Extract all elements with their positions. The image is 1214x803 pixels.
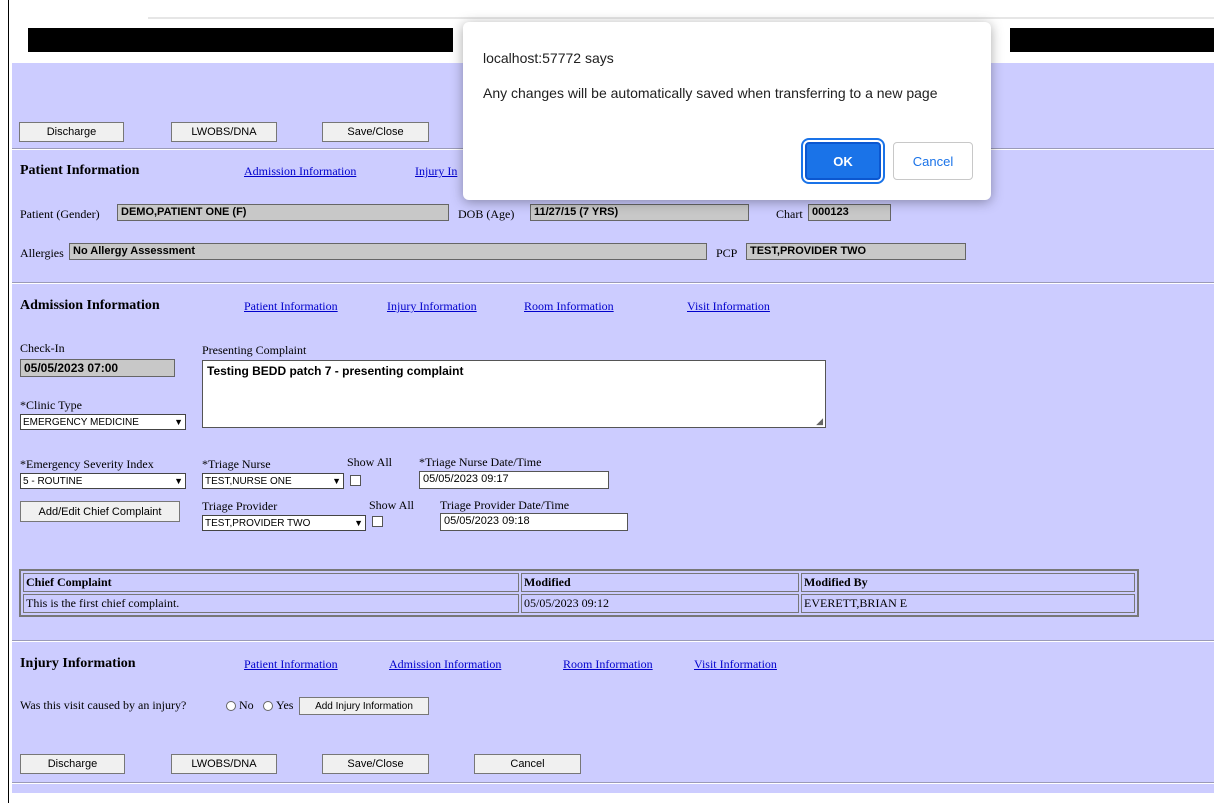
lwobs-dna-button[interactable]: LWOBS/DNA bbox=[171, 754, 277, 774]
esi-label: *Emergency Severity Index bbox=[20, 457, 154, 471]
triage-nurse-select[interactable]: TEST,NURSE ONE ▼ bbox=[202, 473, 344, 489]
patient-gender-label: Patient (Gender) bbox=[20, 207, 100, 221]
chevron-down-icon: ▼ bbox=[332, 476, 341, 486]
pcp-label: PCP bbox=[716, 246, 738, 260]
link-injury-information[interactable]: Injury Information bbox=[387, 299, 477, 314]
presenting-complaint-text: Testing BEDD patch 7 - presenting compla… bbox=[207, 364, 464, 378]
esi-value: 5 - ROUTINE bbox=[23, 475, 83, 487]
dialog-title: localhost:57772 says bbox=[483, 50, 614, 66]
show-all-label: Show All bbox=[369, 498, 415, 512]
triage-provider-label: Triage Provider bbox=[202, 499, 278, 513]
redacted-header-left bbox=[28, 28, 453, 52]
admission-info-heading: Admission Information bbox=[20, 298, 160, 313]
add-injury-information-button[interactable]: Add Injury Information bbox=[299, 697, 429, 715]
divider bbox=[12, 282, 1214, 284]
presenting-complaint-label: Presenting Complaint bbox=[202, 343, 307, 357]
alert-dialog: localhost:57772 says Any changes will be… bbox=[463, 22, 991, 200]
save-close-button[interactable]: Save/Close bbox=[322, 122, 429, 142]
link-admission-information[interactable]: Admission Information bbox=[389, 657, 501, 672]
resize-grip-icon[interactable]: ◢ bbox=[816, 416, 823, 427]
injury-yes-label: Yes bbox=[276, 698, 294, 712]
link-visit-information[interactable]: Visit Information bbox=[694, 657, 777, 672]
dob-label: DOB (Age) bbox=[458, 207, 515, 221]
chart-value: 000123 bbox=[808, 204, 891, 221]
show-all-provider-checkbox[interactable] bbox=[372, 516, 383, 527]
pcp-value: TEST,PROVIDER TWO bbox=[746, 243, 966, 260]
table-cell: This is the first chief complaint. bbox=[23, 594, 519, 613]
chart-label: Chart bbox=[776, 207, 803, 221]
dialog-ok-button[interactable]: OK bbox=[805, 142, 881, 180]
discharge-button[interactable]: Discharge bbox=[20, 754, 125, 774]
esi-select[interactable]: 5 - ROUTINE ▼ bbox=[20, 473, 186, 489]
triage-provider-select[interactable]: TEST,PROVIDER TWO ▼ bbox=[202, 515, 366, 531]
cancel-button[interactable]: Cancel bbox=[474, 754, 581, 774]
clinic-type-value: EMERGENCY MEDICINE bbox=[23, 416, 139, 428]
link-patient-information[interactable]: Patient Information bbox=[244, 657, 338, 672]
chief-complaint-table: Chief Complaint Modified Modified By Thi… bbox=[19, 569, 1139, 617]
triage-nurse-value: TEST,NURSE ONE bbox=[205, 475, 292, 487]
checkin-value: 05/05/2023 07:00 bbox=[20, 359, 175, 377]
lwobs-dna-button[interactable]: LWOBS/DNA bbox=[171, 122, 277, 142]
dialog-cancel-button[interactable]: Cancel bbox=[893, 142, 973, 180]
link-room-information[interactable]: Room Information bbox=[524, 299, 614, 314]
divider bbox=[12, 640, 1214, 642]
injury-no-label: No bbox=[239, 698, 254, 712]
table-cell: EVERETT,BRIAN E bbox=[801, 594, 1135, 613]
discharge-button[interactable]: Discharge bbox=[19, 122, 124, 142]
triage-provider-datetime-label: Triage Provider Date/Time bbox=[440, 498, 570, 512]
dialog-message: Any changes will be automatically saved … bbox=[483, 85, 938, 101]
injury-yes-radio[interactable] bbox=[263, 701, 273, 711]
triage-provider-datetime-input[interactable]: 05/05/2023 09:18 bbox=[440, 513, 628, 531]
add-edit-chief-complaint-button[interactable]: Add/Edit Chief Complaint bbox=[20, 501, 180, 522]
column-header: Modified bbox=[521, 573, 799, 592]
link-room-information[interactable]: Room Information bbox=[563, 657, 653, 672]
allergies-value: No Allergy Assessment bbox=[69, 243, 707, 260]
presenting-complaint-textarea[interactable]: Testing BEDD patch 7 - presenting compla… bbox=[202, 360, 826, 428]
clinic-type-label: *Clinic Type bbox=[20, 398, 82, 412]
triage-provider-value: TEST,PROVIDER TWO bbox=[205, 517, 311, 529]
table-cell: 05/05/2023 09:12 bbox=[521, 594, 799, 613]
injury-no-radio[interactable] bbox=[226, 701, 236, 711]
chevron-down-icon: ▼ bbox=[174, 417, 183, 427]
injury-question-label: Was this visit caused by an injury? bbox=[20, 698, 187, 712]
link-admission-information[interactable]: Admission Information bbox=[244, 164, 356, 179]
checkin-label: Check-In bbox=[20, 341, 65, 355]
table-header-row: Chief Complaint Modified Modified By bbox=[23, 573, 1135, 592]
chevron-down-icon: ▼ bbox=[354, 518, 363, 528]
show-all-nurse-checkbox[interactable] bbox=[350, 475, 361, 486]
link-patient-information[interactable]: Patient Information bbox=[244, 299, 338, 314]
column-header: Modified By bbox=[801, 573, 1135, 592]
divider bbox=[12, 782, 1214, 784]
chevron-down-icon: ▼ bbox=[174, 476, 183, 486]
triage-nurse-label: *Triage Nurse bbox=[202, 457, 271, 471]
save-close-button[interactable]: Save/Close bbox=[322, 754, 429, 774]
show-all-label: Show All bbox=[347, 455, 393, 469]
dob-value: 11/27/15 (7 YRS) bbox=[530, 204, 749, 221]
top-strip bbox=[148, 17, 1214, 19]
triage-nurse-datetime-input[interactable]: 05/05/2023 09:17 bbox=[419, 471, 609, 489]
injury-info-heading: Injury Information bbox=[20, 656, 136, 671]
column-header: Chief Complaint bbox=[23, 573, 519, 592]
allergies-label: Allergies bbox=[20, 246, 64, 260]
table-row[interactable]: This is the first chief complaint. 05/05… bbox=[23, 594, 1135, 613]
redacted-header-right bbox=[1010, 28, 1214, 52]
patient-gender-value: DEMO,PATIENT ONE (F) bbox=[117, 204, 449, 221]
link-visit-information[interactable]: Visit Information bbox=[687, 299, 770, 314]
clinic-type-select[interactable]: EMERGENCY MEDICINE ▼ bbox=[20, 414, 186, 430]
triage-nurse-datetime-label: *Triage Nurse Date/Time bbox=[419, 455, 542, 469]
patient-info-heading: Patient Information bbox=[20, 163, 140, 178]
link-injury-information[interactable]: Injury In bbox=[415, 164, 457, 179]
